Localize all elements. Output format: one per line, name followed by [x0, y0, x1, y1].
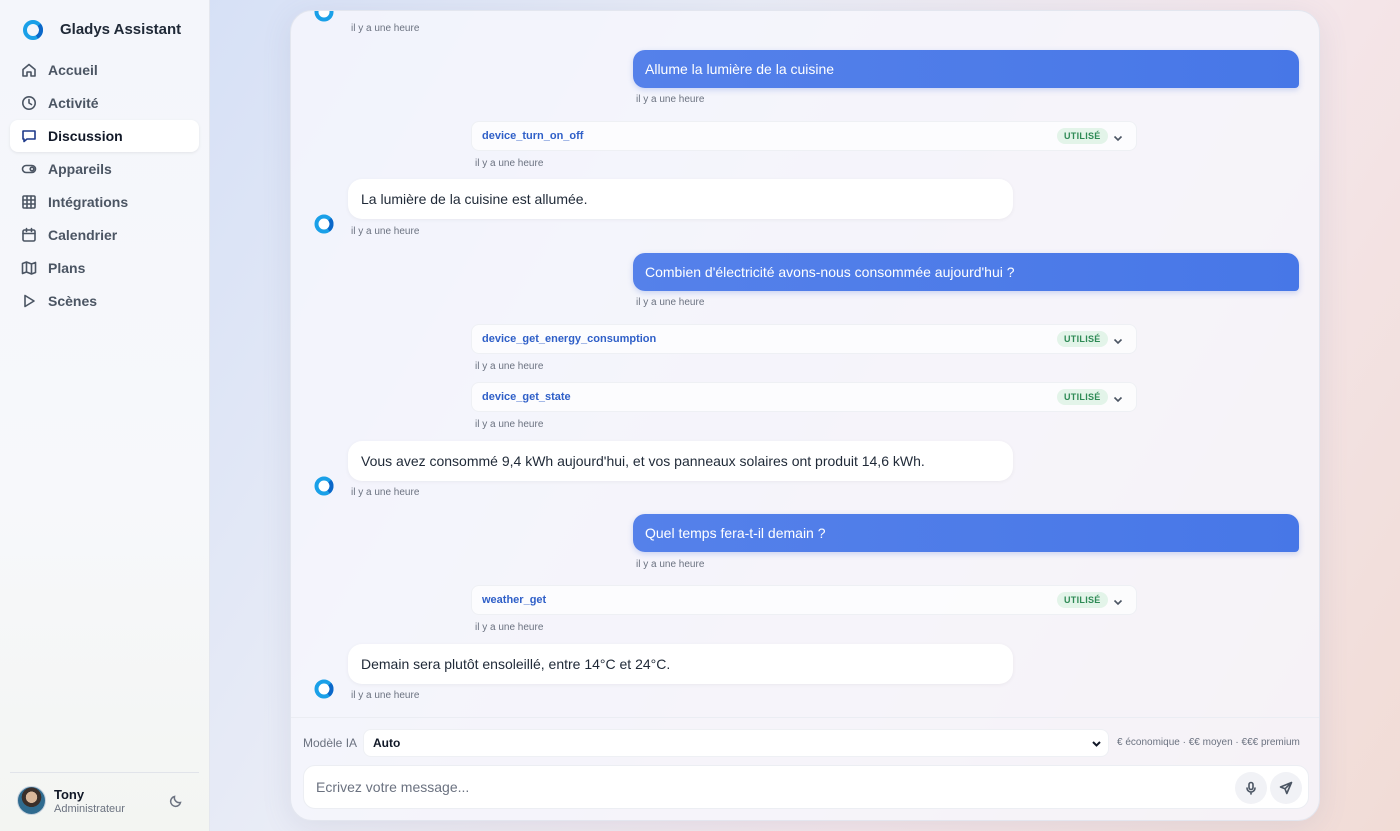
message-composer [303, 765, 1309, 809]
message-timestamp: il y a une heure [475, 419, 544, 430]
sidebar-item-label: Discussion [48, 128, 123, 144]
tool-name: device_get_energy_consumption [482, 333, 657, 345]
user-message: Combien d'électricité avons-nous consomm… [633, 253, 1299, 291]
clock-icon [22, 96, 36, 110]
send-button[interactable] [1270, 772, 1302, 804]
sidebar-item-accueil[interactable]: Accueil [10, 54, 199, 86]
sidebar: Gladys Assistant Accueil Activité Discus… [0, 0, 210, 831]
home-icon [22, 63, 36, 77]
model-label: Modèle IA [303, 736, 358, 750]
map-icon [21, 261, 37, 275]
chevron-down-icon[interactable] [1112, 334, 1124, 346]
status-badge: UTILISÉ [1057, 389, 1108, 405]
sidebar-item-label: Scènes [48, 293, 98, 309]
sidebar-nav: Accueil Activité Discussion Appareils In… [10, 54, 199, 318]
footer-divider [291, 717, 1319, 718]
status-badge: UTILISÉ [1057, 592, 1108, 608]
user-name: Tony [54, 786, 85, 802]
message-input[interactable] [304, 766, 1224, 808]
microphone-button[interactable] [1235, 772, 1267, 804]
tool-call[interactable]: device_get_energy_consumption UTILISÉ [471, 324, 1137, 354]
assistant-message: Demain sera plutôt ensoleillé, entre 14°… [348, 644, 1013, 684]
assistant-avatar-icon [314, 214, 334, 234]
sidebar-divider [10, 772, 199, 773]
message-timestamp: il y a une heure [351, 487, 420, 498]
chevron-down-icon[interactable] [1112, 131, 1124, 143]
sidebar-item-label: Activité [48, 95, 99, 111]
moon-icon [169, 795, 182, 808]
chevron-down-icon[interactable] [1112, 392, 1124, 404]
assistant-avatar-icon [314, 476, 334, 496]
user-message: Quel temps fera-t-il demain ? [633, 514, 1299, 552]
sidebar-item-label: Plans [48, 260, 86, 276]
user-text: Tony Administrateur [54, 787, 125, 815]
message-timestamp: il y a une heure [636, 559, 705, 570]
brand[interactable]: Gladys Assistant [22, 18, 181, 42]
tool-name: device_get_state [482, 391, 571, 403]
avatar [17, 786, 46, 815]
send-icon [1279, 781, 1293, 795]
sidebar-item-plans[interactable]: Plans [10, 252, 199, 284]
chevron-down-icon [1091, 738, 1102, 749]
user-profile[interactable]: Tony Administrateur [17, 786, 125, 815]
pricing-legend: € économique · €€ moyen · €€€ premium [1117, 737, 1300, 748]
tool-call[interactable]: device_get_state UTILISÉ [471, 382, 1137, 412]
message-timestamp: il y a une heure [636, 297, 705, 308]
sidebar-item-calendrier[interactable]: Calendrier [10, 219, 199, 251]
sidebar-item-label: Calendrier [48, 227, 118, 243]
calendar-icon [22, 227, 36, 242]
sidebar-item-activite[interactable]: Activité [10, 87, 199, 119]
message-timestamp: il y a une heure [475, 158, 544, 169]
sidebar-item-integrations[interactable]: Intégrations [10, 186, 199, 218]
app-name: Gladys Assistant [60, 21, 182, 38]
message-timestamp: il y a une heure [351, 690, 420, 701]
microphone-icon [1246, 781, 1256, 795]
tool-name: device_turn_on_off [482, 130, 584, 142]
assistant-avatar-icon [314, 679, 334, 699]
message-timestamp: il y a une heure [475, 361, 544, 372]
message-timestamp: il y a une heure [475, 622, 544, 633]
sidebar-item-scenes[interactable]: Scènes [10, 285, 199, 317]
user-role: Administrateur [54, 802, 125, 815]
assistant-message: La lumière de la cuisine est allumée. [348, 179, 1013, 219]
message-timestamp: il y a une heure [351, 226, 420, 237]
model-select[interactable]: Auto [363, 729, 1109, 757]
message-timestamp: il y a une heure [636, 94, 705, 105]
sidebar-item-label: Appareils [48, 161, 112, 177]
toggle-icon [21, 164, 37, 174]
status-badge: UTILISÉ [1057, 128, 1108, 144]
play-icon [24, 294, 35, 308]
status-badge: UTILISÉ [1057, 331, 1108, 347]
tool-call[interactable]: weather_get UTILISÉ [471, 585, 1137, 615]
tool-name: weather_get [482, 594, 547, 606]
sidebar-item-discussion[interactable]: Discussion [10, 120, 199, 152]
sidebar-item-label: Accueil [48, 62, 98, 78]
message-timestamp: il y a une heure [351, 23, 420, 34]
sidebar-item-appareils[interactable]: Appareils [10, 153, 199, 185]
grid-icon [22, 195, 36, 209]
message-list[interactable]: il y a une heure Allume la lumière de la… [291, 11, 1319, 717]
theme-toggle-button[interactable] [169, 794, 183, 808]
user-message: Allume la lumière de la cuisine [633, 50, 1299, 88]
tool-call[interactable]: device_turn_on_off UTILISÉ [471, 121, 1137, 151]
chevron-down-icon[interactable] [1112, 595, 1124, 607]
gladys-logo-icon [23, 20, 43, 40]
sidebar-item-label: Intégrations [48, 194, 129, 210]
assistant-message: Vous avez consommé 9,4 kWh aujourd'hui, … [348, 441, 1013, 481]
model-select-value: Auto [373, 736, 401, 750]
assistant-avatar-icon [314, 11, 334, 22]
chat-panel: il y a une heure Allume la lumière de la… [290, 10, 1320, 821]
chat-icon [22, 130, 36, 143]
